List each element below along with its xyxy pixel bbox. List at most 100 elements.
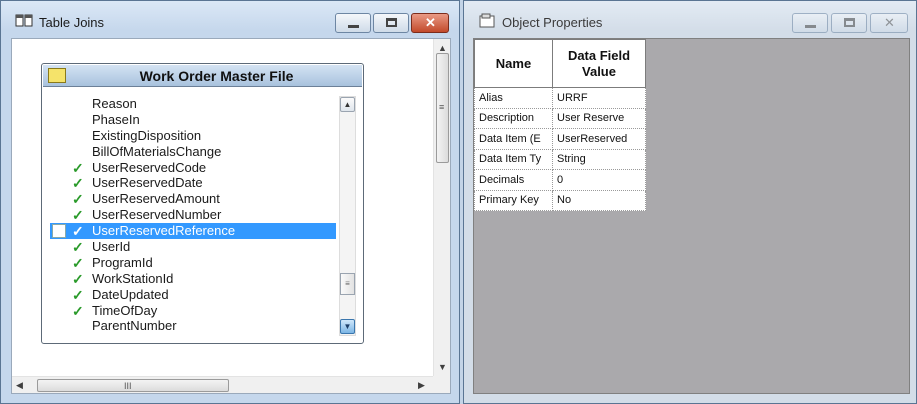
property-value[interactable]: URRF	[552, 87, 646, 109]
property-value[interactable]: 0	[552, 169, 646, 191]
property-name: Primary Key	[474, 189, 553, 211]
field-row[interactable]: ParentNumber	[50, 318, 336, 334]
down-arrow-icon[interactable]: ▼	[438, 362, 447, 372]
properties-icon	[479, 13, 495, 28]
name-column-header[interactable]: Name	[474, 39, 553, 88]
field-row[interactable]: ✓ UserId	[50, 239, 336, 255]
field-row[interactable]: Reason	[50, 96, 336, 112]
field-row[interactable]: ✓ UserReservedReference	[50, 223, 336, 239]
field-name: TimeOfDay	[92, 302, 158, 318]
window-title: Table Joins	[39, 15, 105, 30]
minimize-icon	[805, 25, 816, 28]
field-name: Reason	[92, 96, 137, 111]
crown-icon	[48, 68, 66, 83]
field-row[interactable]: ✓ DateUpdated	[50, 287, 336, 303]
property-row[interactable]: Decimals 0	[474, 169, 646, 191]
property-name: Alias	[474, 87, 553, 109]
properties-body: Alias URRF Description User Reserve Data Ite…	[474, 87, 646, 211]
table-joins-icon	[15, 14, 33, 27]
field-row[interactable]: ✓ UserReservedCode	[50, 160, 336, 176]
close-button[interactable]: ✕	[870, 13, 908, 33]
title-bar[interactable]: Object Properties ✕	[464, 1, 916, 37]
field-name: UserId	[92, 239, 131, 255]
check-icon: ✓	[72, 191, 84, 208]
minimize-button[interactable]	[792, 13, 828, 33]
field-name: UserReservedReference	[92, 223, 236, 239]
minimize-icon	[348, 25, 359, 28]
right-arrow-icon[interactable]: ▶	[418, 380, 425, 390]
field-name: ExistingDisposition	[92, 127, 202, 143]
property-value[interactable]: No	[552, 189, 646, 211]
table-card-header[interactable]: Work Order Master File	[43, 65, 362, 87]
check-icon: ✓	[72, 270, 84, 287]
field-row[interactable]: ✓ WorkStationId	[50, 271, 336, 287]
canvas-horizontal-scrollbar[interactable]: ◀ III ▶	[12, 376, 433, 393]
row-checkbox[interactable]	[52, 224, 66, 239]
property-row[interactable]: Description User Reserve	[474, 107, 646, 129]
field-row[interactable]: BillOfMaterialsChange	[50, 144, 336, 160]
properties-pane: Name Data Field Value Alias URRF Descripti…	[473, 38, 910, 394]
value-column-header[interactable]: Data Field Value	[552, 39, 646, 88]
scrollbar-corner	[433, 376, 450, 393]
close-button[interactable]: ✕	[411, 13, 449, 33]
property-value[interactable]: User Reserve	[552, 107, 646, 129]
property-row[interactable]: Data Item (E UserReserved	[474, 128, 646, 150]
check-icon: ✓	[72, 207, 84, 224]
field-name: DateUpdated	[92, 286, 169, 302]
check-icon: ✓	[72, 302, 84, 319]
up-arrow-icon: ▲	[343, 100, 352, 109]
maximize-icon	[386, 18, 397, 27]
field-row[interactable]: ✓ TimeOfDay	[50, 303, 336, 319]
check-icon: ✓	[72, 175, 84, 192]
check-icon: ✓	[72, 286, 84, 303]
left-arrow-icon[interactable]: ◀	[16, 380, 23, 390]
horizontal-scroll-thumb[interactable]: III	[37, 379, 229, 392]
maximize-icon	[844, 18, 855, 27]
field-name: BillOfMaterialsChange	[92, 143, 222, 159]
maximize-button[interactable]	[373, 13, 409, 33]
field-row[interactable]: ExistingDisposition	[50, 128, 336, 144]
property-value[interactable]: String	[552, 148, 646, 170]
field-name: ProgramId	[92, 254, 153, 270]
maximize-button[interactable]	[831, 13, 867, 33]
field-row[interactable]: ✓ UserReservedNumber	[50, 207, 336, 223]
up-arrow-icon[interactable]: ▲	[438, 43, 447, 53]
property-name: Data Item Ty	[474, 148, 553, 170]
field-name: PhaseIn	[92, 111, 140, 127]
field-name: ParentNumber	[92, 318, 177, 334]
check-icon: ✓	[72, 254, 84, 271]
property-name: Decimals	[474, 169, 553, 191]
property-row[interactable]: Alias URRF	[474, 87, 646, 109]
down-arrow-icon: ▼	[343, 322, 352, 331]
field-row[interactable]: ✓ ProgramId	[50, 255, 336, 271]
field-list-scrollbar[interactable]: ▲ ≡ ▼	[339, 96, 356, 336]
grip-icon: III	[124, 381, 132, 391]
check-icon: ✓	[72, 239, 84, 256]
field-list[interactable]: Reason PhaseIn ExistingDisposition BillOfMa…	[50, 96, 336, 336]
scroll-thumb[interactable]: ≡	[340, 273, 355, 295]
field-row[interactable]: PhaseIn	[50, 112, 336, 128]
property-name: Description	[474, 107, 553, 129]
scroll-up-button[interactable]: ▲	[340, 97, 355, 112]
field-name: UserReservedAmount	[92, 191, 220, 207]
close-icon: ✕	[884, 15, 895, 30]
join-canvas[interactable]: Work Order Master File Reason PhaseIn Exis…	[11, 38, 451, 394]
property-row[interactable]: Data Item Ty String	[474, 148, 646, 170]
table-card[interactable]: Work Order Master File Reason PhaseIn Exis…	[41, 63, 364, 344]
grip-icon: ≡	[439, 102, 445, 112]
field-name: WorkStationId	[92, 270, 174, 286]
vertical-scroll-thumb[interactable]: ≡	[436, 53, 449, 163]
field-row[interactable]: ✓ UserReservedDate	[50, 175, 336, 191]
object-properties-window: Object Properties ✕ Name Data Field Valu…	[463, 0, 917, 404]
table-card-title: Work Order Master File	[139, 68, 294, 84]
close-icon: ✕	[425, 15, 436, 30]
title-bar[interactable]: Table Joins ✕	[1, 1, 459, 37]
property-value[interactable]: UserReserved	[552, 128, 646, 150]
property-row[interactable]: Primary Key No	[474, 189, 646, 211]
table-joins-window: Table Joins ✕ Work Order Master File Rea…	[0, 0, 460, 404]
minimize-button[interactable]	[335, 13, 371, 33]
window-title: Object Properties	[502, 15, 603, 30]
field-row[interactable]: ✓ UserReservedAmount	[50, 191, 336, 207]
canvas-vertical-scrollbar[interactable]: ▲ ≡ ▼	[433, 39, 450, 377]
scroll-down-button[interactable]: ▼	[340, 319, 355, 334]
